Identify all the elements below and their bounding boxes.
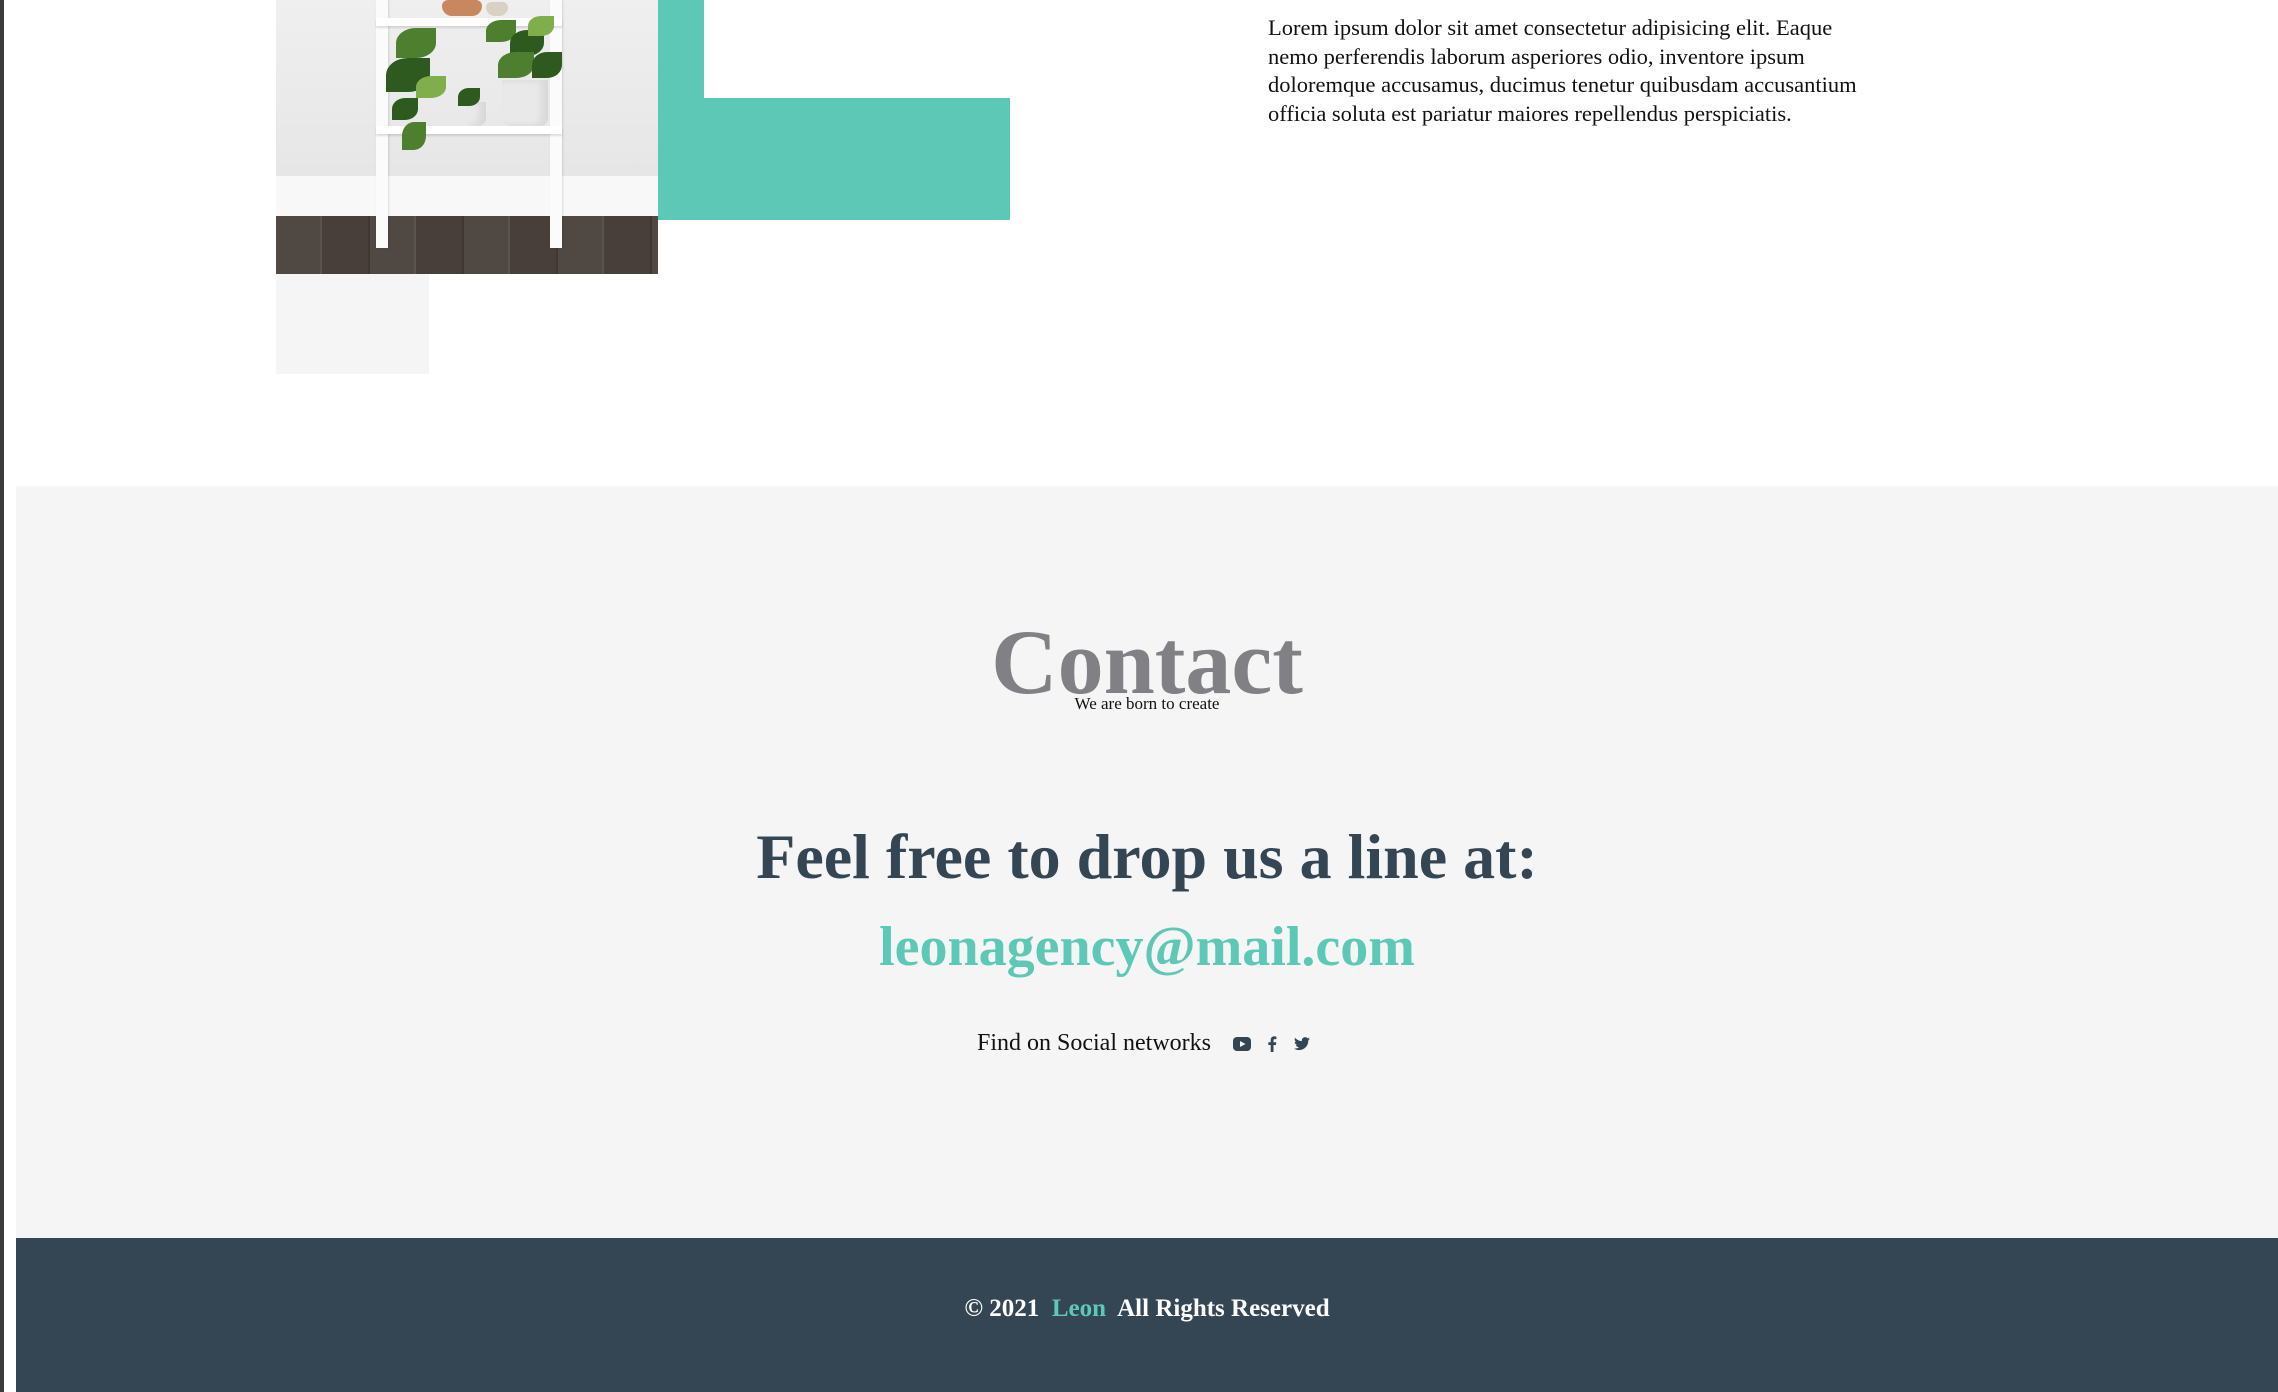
footer-copyright-suffix: All Rights Reserved [1117,1295,1330,1322]
about-image [276,0,658,274]
footer-brand-link[interactable]: Leon [1052,1295,1106,1322]
contact-section: Contact We are born to create Feel free … [16,486,2278,1238]
about-paragraph: Lorem ipsum dolor sit amet consectetur a… [1268,15,1857,126]
social-row: Find on Social networks [16,1030,2278,1057]
contact-subtitle: We are born to create [1074,694,1220,713]
footer: © 2021 Leon All Rights Reserved [16,1238,2278,1392]
accent-block-horizontal [658,98,1010,220]
twitter-icon[interactable] [1291,1033,1313,1055]
window-edge [0,0,4,1392]
youtube-icon[interactable] [1231,1033,1253,1055]
facebook-icon[interactable] [1261,1033,1283,1055]
contact-lead: Feel free to drop us a line at: [756,821,1538,892]
footer-copyright: © 2021 Leon All Rights Reserved [16,1294,2278,1324]
accent-block-grey [276,274,429,374]
social-label: Find on Social networks [977,1030,1211,1056]
footer-copyright-prefix: © 2021 [964,1295,1040,1322]
contact-email-link[interactable]: leonagency@mail.com [16,916,2278,978]
